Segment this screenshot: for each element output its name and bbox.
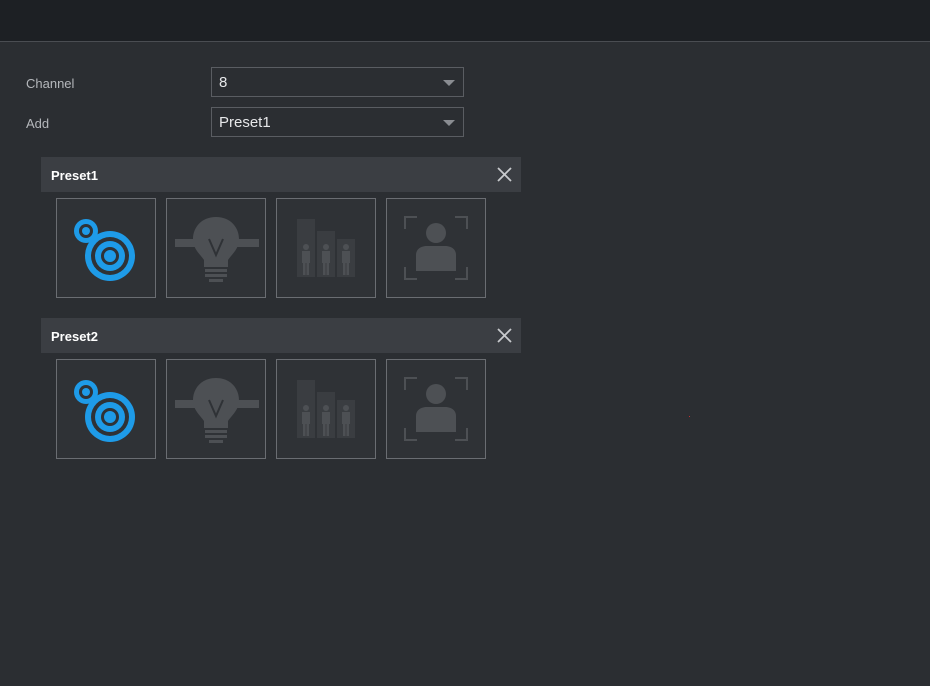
close-icon[interactable] [496,327,513,344]
lightbulb-tripwire-icon [175,217,259,282]
preset-header-2: Preset2 [41,318,521,353]
people-counting-icon [297,219,355,277]
preset-1-tile-tripwire[interactable] [166,198,266,298]
add-label: Add [26,116,50,131]
chevron-down-icon [443,120,455,126]
preset-title: Preset1 [51,168,98,183]
channel-select[interactable]: 8 [211,67,464,97]
channel-label: Channel [26,76,75,91]
lightbulb-tripwire-icon [175,378,259,443]
preset-2-tile-target-tracking[interactable] [56,359,156,459]
preset-2-tile-tripwire[interactable] [166,359,266,459]
people-counting-icon [297,380,355,438]
add-preset-select[interactable]: Preset1 [211,107,464,137]
target-tracking-icon [74,219,135,281]
channel-select-value: 8 [219,74,228,91]
face-detection-icon [404,216,468,280]
preset-2-tile-people-counting[interactable] [276,359,376,459]
preset-1-tile-face-detection[interactable] [386,198,486,298]
top-bar [0,0,930,42]
face-detection-icon [404,377,468,441]
preset-title: Preset2 [51,329,98,344]
target-tracking-icon [74,380,135,442]
preset-header-1: Preset1 [41,157,521,192]
pixel-artifact [689,416,690,417]
preset-1-tile-target-tracking[interactable] [56,198,156,298]
add-preset-select-value: Preset1 [219,114,271,131]
preset-2-tile-face-detection[interactable] [386,359,486,459]
chevron-down-icon [443,80,455,86]
close-icon[interactable] [496,166,513,183]
preset-1-tile-people-counting[interactable] [276,198,376,298]
